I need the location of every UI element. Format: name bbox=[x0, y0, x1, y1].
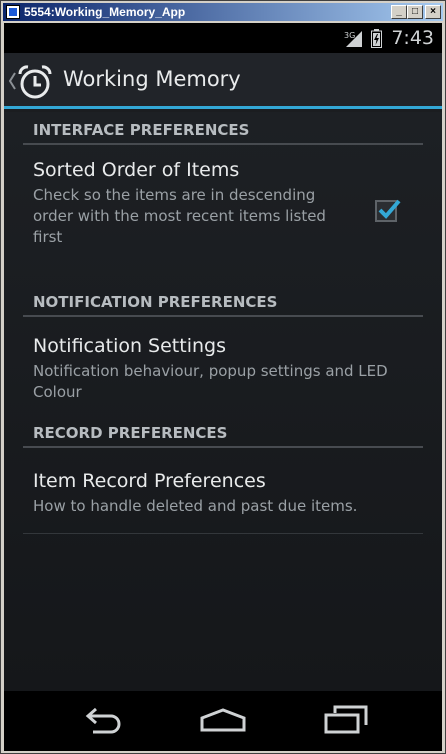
maximize-button[interactable]: □ bbox=[407, 5, 423, 19]
preferences-list: INTERFACE PREFERENCES Sorted Order of It… bbox=[4, 112, 442, 691]
recents-icon[interactable] bbox=[322, 703, 370, 739]
emulator-window: 5554:Working_Memory_App _ □ × 3G 7:43 Wo… bbox=[0, 0, 446, 754]
home-icon[interactable] bbox=[199, 703, 247, 739]
pref-title: Sorted Order of Items bbox=[33, 159, 240, 181]
up-chevron-icon[interactable] bbox=[8, 71, 16, 91]
window-titlebar[interactable]: 5554:Working_Memory_App _ □ × bbox=[3, 3, 443, 21]
pref-notification-settings[interactable]: Notification Settings Notification behav… bbox=[23, 335, 423, 409]
pref-summary: Notification behaviour, popup settings a… bbox=[33, 362, 388, 401]
pref-sorted-order[interactable]: Sorted Order of Items Check so the items… bbox=[23, 159, 423, 282]
status-clock: 7:43 bbox=[391, 27, 434, 49]
network-type-label: 3G bbox=[344, 31, 355, 40]
pref-item-record[interactable]: Item Record Preferences How to handle de… bbox=[23, 470, 423, 530]
action-bar: Working Memory bbox=[4, 53, 442, 109]
pref-title: Notification Settings bbox=[33, 335, 226, 357]
window-app-icon bbox=[6, 5, 20, 19]
category-header-interface: INTERFACE PREFERENCES bbox=[23, 115, 423, 145]
category-header-notification: NOTIFICATION PREFERENCES bbox=[23, 287, 423, 317]
minimize-button[interactable]: _ bbox=[391, 5, 407, 19]
signal-3g-icon: 3G bbox=[344, 31, 362, 47]
pref-title: Item Record Preferences bbox=[33, 470, 266, 492]
sorted-order-checkbox[interactable] bbox=[375, 199, 401, 222]
close-button[interactable]: × bbox=[425, 5, 441, 19]
pref-summary: How to handle deleted and past due items… bbox=[33, 497, 358, 515]
list-divider bbox=[23, 533, 423, 534]
android-screen: 3G 7:43 Working Memory INTERFACE PREFERE… bbox=[4, 23, 442, 751]
pref-summary: Check so the items are in descending ord… bbox=[33, 186, 326, 246]
status-bar: 3G 7:43 bbox=[4, 23, 442, 53]
app-title: Working Memory bbox=[63, 67, 241, 91]
battery-icon bbox=[371, 29, 382, 48]
navigation-bar bbox=[4, 691, 442, 751]
checkmark-icon bbox=[378, 199, 401, 219]
alarm-clock-icon[interactable] bbox=[16, 63, 54, 101]
back-icon[interactable] bbox=[79, 703, 127, 739]
window-title: 5554:Working_Memory_App bbox=[24, 5, 186, 19]
category-header-record: RECORD PREFERENCES bbox=[23, 418, 423, 448]
